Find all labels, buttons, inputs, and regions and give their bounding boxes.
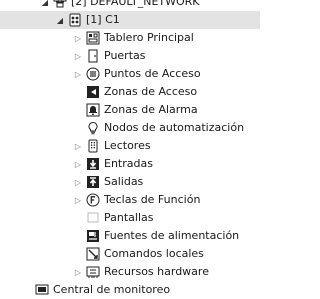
reader-icon [86, 139, 100, 153]
tree-node-label: Zonas de Acceso [104, 85, 198, 98]
lightbulb-icon [86, 121, 100, 135]
local-command-icon [86, 247, 100, 261]
access-zone-icon [86, 85, 100, 99]
door-icon [86, 49, 100, 63]
tree-node-tablero-principal[interactable]: ▷ Tablero Principal [0, 29, 260, 47]
tree-node-fuentes-de-alimentacion[interactable]: ▷ Fuentes de alimentación [0, 227, 260, 245]
tree-node-pantallas[interactable]: ▷ Pantallas [0, 209, 260, 227]
expand-toggle[interactable]: ▷ [73, 155, 83, 173]
tree-node-entradas[interactable]: ▷ Entradas [0, 155, 260, 173]
tree-node-recursos-hardware[interactable]: ▷ Recursos hardware [0, 263, 260, 281]
expand-toggle[interactable]: ▷ [73, 47, 83, 65]
expand-toggle[interactable]: ▷ [73, 137, 83, 155]
expand-toggle[interactable]: ▷ [73, 65, 83, 83]
display-icon [86, 211, 100, 225]
tree-node-controller[interactable]: ◢ [1] C1 [0, 11, 260, 29]
tree-node-central-de-monitoreo[interactable]: ▷ Central de monitoreo [0, 281, 260, 299]
alarm-zone-icon [86, 103, 100, 117]
tree-node-nodos-de-automatizacion[interactable]: ▷ Nodos de automatización [0, 119, 260, 137]
collapse-toggle[interactable]: ◢ [40, 0, 50, 11]
tree-node-label: Nodos de automatización [104, 121, 245, 134]
power-supply-icon [86, 229, 100, 243]
tree-node-label: [2] DEFAULT_NETWORK [71, 0, 200, 8]
tree-node-label: Salidas [104, 175, 144, 188]
tree-node-label: Recursos hardware [104, 265, 209, 278]
tree-node-label: Fuentes de alimentación [104, 229, 240, 242]
tree-node-label: Puertas [104, 49, 146, 62]
expand-toggle[interactable]: ▷ [73, 191, 83, 209]
tree-node-comandos-locales[interactable]: ▷ Comandos locales [0, 245, 260, 263]
tree-node-label: Zonas de Alarma [104, 103, 198, 116]
tree-node-label: [1] C1 [86, 13, 120, 26]
tree-node-label: Pantallas [104, 211, 154, 224]
tree-node-puertas[interactable]: ▷ Puertas [0, 47, 260, 65]
hardware-resources-icon [86, 265, 100, 279]
collapse-toggle[interactable]: ◢ [55, 11, 65, 29]
tree-node-puntos-de-acceso[interactable]: ▷ Puntos de Acceso [0, 65, 260, 83]
expand-toggle[interactable]: ▷ [73, 173, 83, 191]
tree-node-zonas-de-alarma[interactable]: ▷ Zonas de Alarma [0, 101, 260, 119]
tree-node-zonas-de-acceso[interactable]: ▷ Zonas de Acceso [0, 83, 260, 101]
tree-node-network[interactable]: ◢ [2] DEFAULT_NETWORK [0, 0, 260, 11]
expand-toggle[interactable]: ▷ [73, 29, 83, 47]
controller-icon [68, 13, 82, 27]
input-icon [86, 157, 100, 171]
panel-icon [86, 31, 100, 45]
tree-node-label: Lectores [104, 139, 151, 152]
tree-node-teclas-de-funcion[interactable]: ▷ Teclas de Función [0, 191, 260, 209]
tree-node-label: Entradas [104, 157, 153, 170]
tree-node-label: Comandos locales [104, 247, 204, 260]
tree-node-label: Puntos de Acceso [104, 67, 201, 80]
network-icon [53, 0, 67, 9]
access-point-icon [86, 67, 100, 81]
tree-node-label: Teclas de Función [104, 193, 201, 206]
expand-toggle[interactable]: ▷ [73, 263, 83, 281]
output-icon [86, 175, 100, 189]
tree-node-salidas[interactable]: ▷ Salidas [0, 173, 260, 191]
tree-node-lectores[interactable]: ▷ Lectores [0, 137, 260, 155]
tree-node-label: Tablero Principal [104, 31, 194, 44]
function-key-icon [86, 193, 100, 207]
monitoring-station-icon [35, 283, 49, 297]
tree-node-label: Central de monitoreo [53, 283, 171, 296]
